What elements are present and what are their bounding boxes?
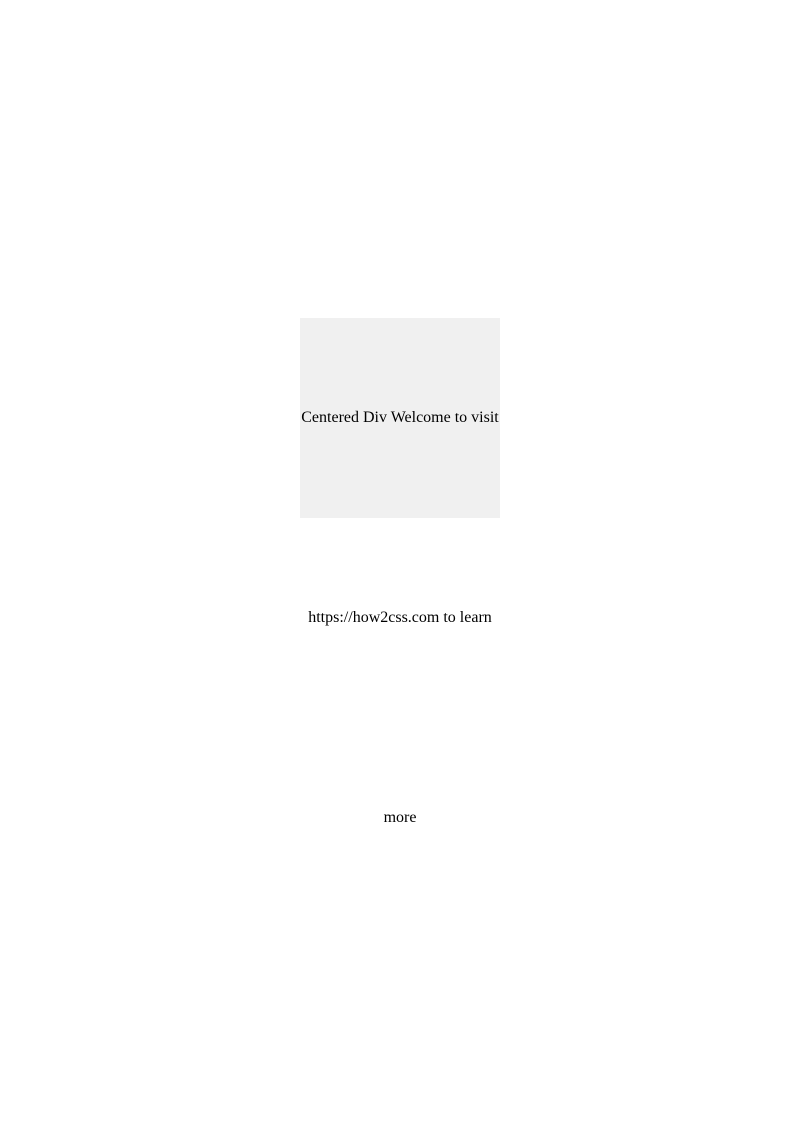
centered-box-text-2: https://how2css.com to learn [308,609,492,627]
centered-box-text-3: more [384,809,417,827]
centered-box-1: Centered Div Welcome to visit [300,318,500,518]
centered-box-text-1: Centered Div Welcome to visit [301,409,498,427]
centered-box-2: https://how2css.com to learn [300,518,500,718]
centered-box-3: more [300,718,500,918]
